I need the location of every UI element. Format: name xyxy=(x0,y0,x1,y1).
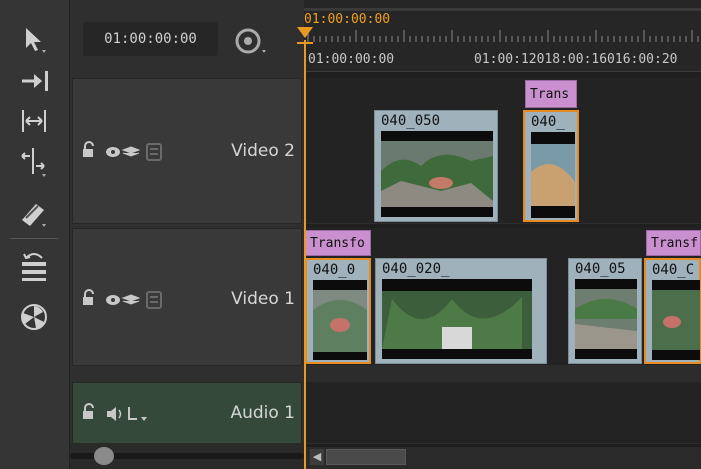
clip-name: 040_050 xyxy=(381,113,441,129)
slide-clip-icon[interactable] xyxy=(14,104,54,138)
scroll-thumb[interactable] xyxy=(326,449,406,465)
render-icon[interactable] xyxy=(14,300,54,334)
clip-thumbnail xyxy=(382,279,532,359)
clip-040-050[interactable]: 040_050 xyxy=(374,110,498,222)
transition-block[interactable]: Trans xyxy=(525,80,577,108)
track-controls[interactable] xyxy=(81,403,201,423)
clip-thumbnail xyxy=(381,131,493,217)
toolbar-divider xyxy=(10,238,58,239)
track-name: Video 1 xyxy=(231,289,295,309)
track-header-video-1[interactable]: Video 1 xyxy=(72,228,302,366)
track-controls[interactable] xyxy=(81,289,201,309)
playhead-line[interactable] xyxy=(304,40,306,469)
slip-clip-icon[interactable] xyxy=(14,64,54,98)
timecode-display[interactable]: 01:00:00:00 xyxy=(83,22,218,56)
scroll-left-icon[interactable]: ◀ xyxy=(310,449,324,465)
razor-icon[interactable] xyxy=(14,196,54,230)
timeline-area[interactable]: 01:00:00:00 01:00:00:00 01:00:12018:00:1… xyxy=(304,0,701,469)
clip-040[interactable]: 040_ xyxy=(523,110,579,222)
transition-block[interactable]: Transfo xyxy=(305,230,371,256)
ripple-edit-icon[interactable] xyxy=(14,144,54,178)
clip-name: 040_05 xyxy=(575,261,626,277)
timeline-ruler[interactable]: 01:00:00:00 01:00:00:00 01:00:12018:00:1… xyxy=(304,0,701,72)
ruler-track xyxy=(304,8,701,11)
clip-thumbnail xyxy=(531,132,575,218)
zoom-slider-handle[interactable] xyxy=(94,447,114,465)
multi-track-select-icon[interactable] xyxy=(14,248,54,282)
playhead-timecode: 01:00:00:00 xyxy=(304,12,391,27)
track-header-video-2[interactable]: Video 2 xyxy=(72,78,302,224)
ruler-ticks xyxy=(307,30,699,42)
clip-name: 040_0 xyxy=(313,262,356,278)
clip-name: 040_C xyxy=(652,262,695,278)
track-name: Audio 1 xyxy=(230,403,295,423)
clip-040-05[interactable]: 040_05 xyxy=(568,258,642,364)
track-controls[interactable] xyxy=(81,141,201,161)
track-header-audio-1[interactable]: Audio 1 xyxy=(72,382,302,444)
ruler-tick-labels: 01:00:12018:00:16016:00:20 xyxy=(474,52,678,67)
clip-040-0[interactable]: 040_0 xyxy=(305,258,371,364)
zoom-slider-track[interactable] xyxy=(70,443,304,469)
clip-040-020[interactable]: 040_020_ xyxy=(375,258,547,364)
toolbar xyxy=(0,0,70,469)
track-name: Video 2 xyxy=(231,141,295,161)
transition-block[interactable]: Transf xyxy=(646,230,701,256)
clip-thumbnail xyxy=(575,279,637,359)
clip-name: 040_020_ xyxy=(382,261,450,277)
timeline-scrollbar[interactable]: ◀ xyxy=(304,447,701,469)
clip-thumbnail xyxy=(652,280,700,360)
playhead-marker-icon[interactable] xyxy=(296,26,314,48)
clip-name: 040_ xyxy=(531,114,565,130)
select-arrow-icon[interactable] xyxy=(14,22,54,56)
lane-separator xyxy=(304,366,701,382)
clip-thumbnail xyxy=(313,280,367,360)
disc-icon[interactable] xyxy=(232,24,272,58)
lane-audio-1[interactable] xyxy=(304,382,701,444)
lane-video-1[interactable]: Transfo 040_0 040_020_ 040_05 Transf 040… xyxy=(304,228,701,366)
clip-040-c[interactable]: 040_C xyxy=(644,258,701,364)
lane-video-2[interactable]: 040_050 Trans 040_ xyxy=(304,78,701,224)
ruler-start-label: 01:00:00:00 xyxy=(308,52,395,67)
